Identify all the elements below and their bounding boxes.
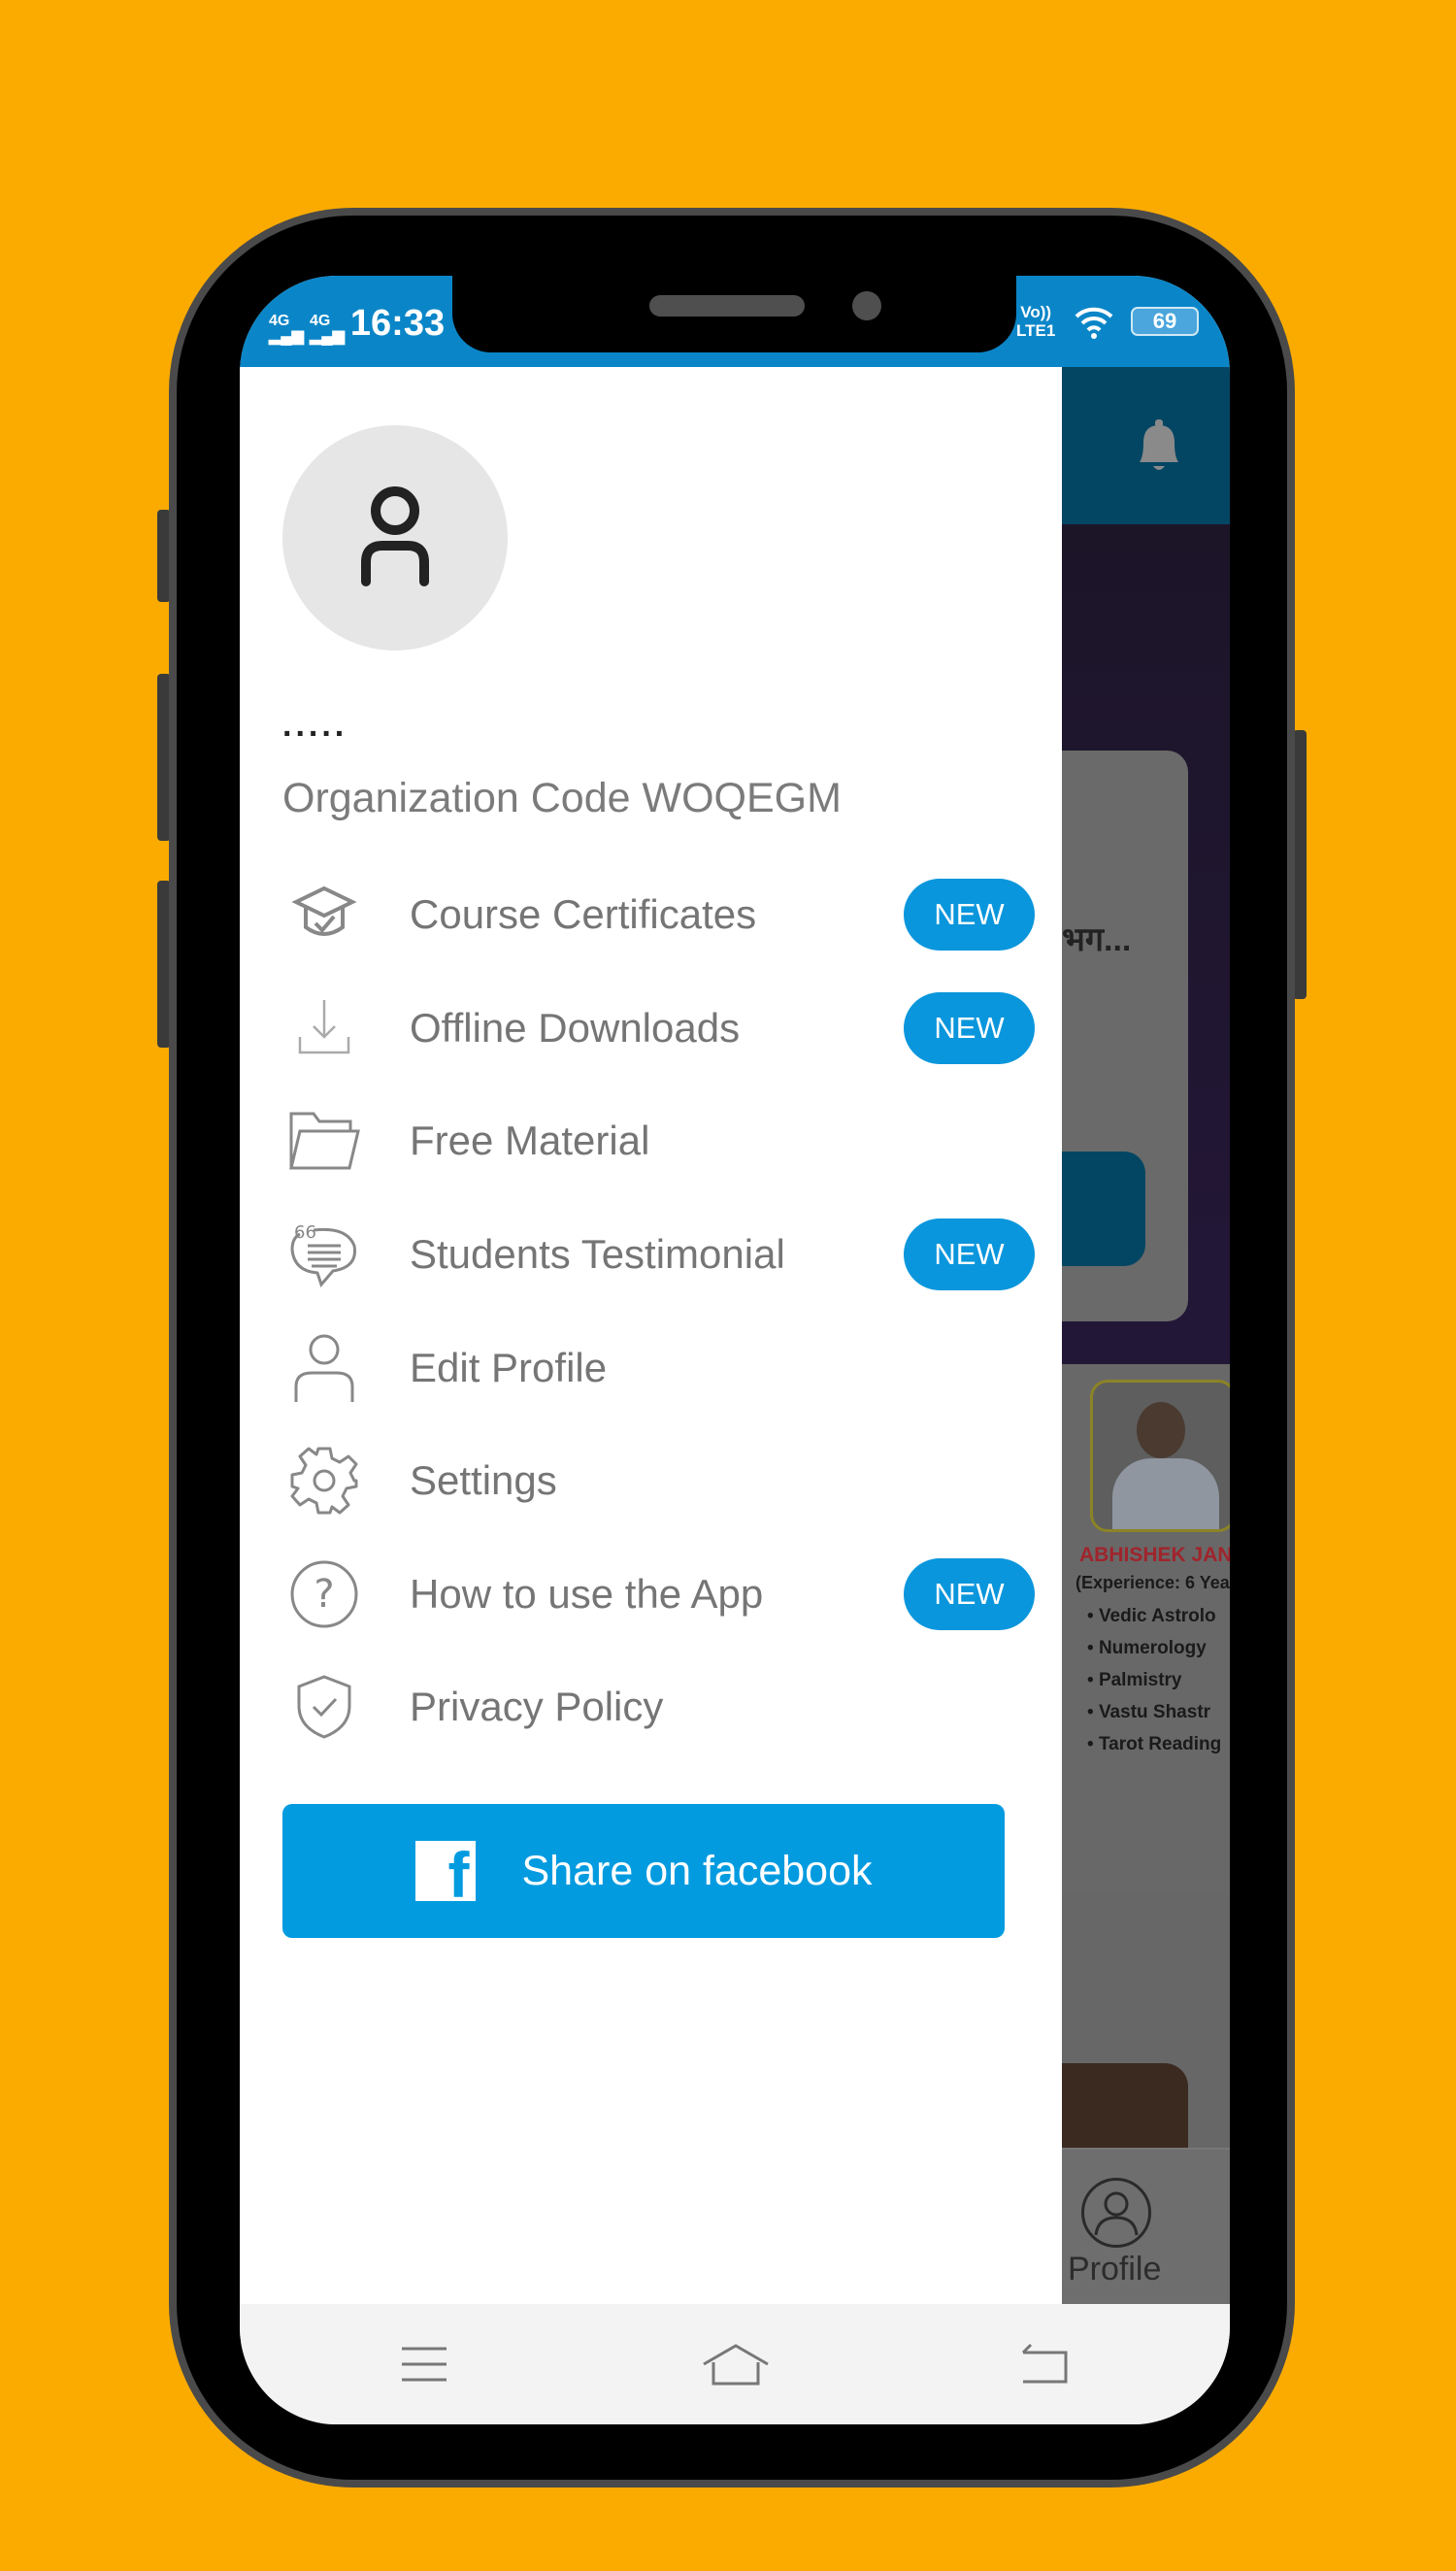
signal-icon: 4G ▂▄▆ [309,313,345,345]
gear-icon [288,1445,360,1517]
profile-icon[interactable] [1081,2178,1151,2248]
background-app: भग... ABHISHEK JANG (Experience: 6 Yea •… [1062,367,1230,2304]
new-badge: NEW [904,1219,1035,1290]
menu-icon[interactable] [400,2345,448,2388]
share-facebook-button[interactable]: f Share on facebook [282,1804,1005,1938]
svg-text:?: ? [314,1572,334,1617]
new-badge: NEW [904,992,1035,1064]
banner-card-text: भग... [1062,921,1132,958]
course-card[interactable] [1062,2063,1188,2160]
menu-item-label: Course Certificates [410,891,757,937]
menu-item-label: Settings [410,1457,557,1503]
new-badge: NEW [904,879,1035,951]
battery-icon: 69 [1131,307,1199,336]
organization-code: Organization Code WOQEGM [282,775,842,821]
avatar[interactable] [282,425,508,651]
banner-card-button[interactable] [1062,1152,1145,1266]
shield-check-icon [288,1671,360,1743]
folder-icon [288,1105,360,1177]
new-badge: NEW [904,1558,1035,1630]
front-camera [852,291,881,320]
svg-text:66: 66 [294,1222,316,1243]
help-icon: ? [288,1558,360,1630]
menu-item-how-to-use[interactable]: ? How to use the App NEW [240,1546,1062,1643]
menu-item-privacy-policy[interactable]: Privacy Policy [240,1658,1062,1755]
menu-item-course-certificates[interactable]: Course Certificates NEW [240,866,1062,963]
menu-item-settings[interactable]: Settings [240,1432,1062,1529]
person-icon [288,1332,360,1404]
nav-profile-label[interactable]: Profile [1068,2251,1161,2288]
skill-item: • Palmistry [1087,1670,1182,1690]
system-nav-bar [240,2304,1230,2424]
back-icon[interactable] [1019,2343,1070,2390]
signal-icon: 4G ▂▄▆ [269,313,304,345]
teacher-experience: (Experience: 6 Yea [1075,1573,1230,1592]
menu-item-free-material[interactable]: Free Material [240,1092,1062,1189]
quote-chat-icon: 66 [288,1219,360,1290]
menu-item-label: Free Material [410,1118,650,1163]
clock: 16:33 [349,303,446,344]
teacher-name: ABHISHEK JANG [1079,1544,1230,1566]
download-icon [288,992,360,1064]
skill-item: • Tarot Reading [1087,1734,1222,1754]
user-icon [361,486,429,586]
home-icon[interactable] [702,2343,770,2390]
menu-item-label: Edit Profile [410,1345,608,1390]
phone-screen: 4G ▂▄▆ 4G ▂▄▆ 16:33 Vo)) LTE1 69 भग... ABH… [240,276,1230,2424]
battery-level: 69 [1152,309,1177,333]
menu-item-label: Offline Downloads [410,1005,741,1051]
menu-item-label: How to use the App [410,1571,764,1617]
graduation-cap-icon [288,879,360,951]
menu-item-label: Students Testimonial [410,1231,785,1277]
menu-item-students-testimonial[interactable]: 66 Students Testimonial NEW [240,1206,1062,1303]
skill-item: • Vedic Astrolo [1087,1606,1216,1626]
menu-item-offline-downloads[interactable]: Offline Downloads NEW [240,980,1062,1077]
teacher-photo [1090,1380,1230,1532]
menu-item-edit-profile[interactable]: Edit Profile [240,1319,1062,1417]
speaker-grille [649,295,805,317]
share-label: Share on facebook [521,1847,873,1894]
user-name: ..... [282,707,348,744]
skills-list: • Vedic Astrolo • Numerology • Palmistry… [1087,1600,1221,1760]
lte-indicator: LTE1 [1016,321,1056,340]
notification-bell-icon [1130,416,1188,476]
skill-item: • Vastu Shastr [1087,1702,1211,1722]
menu-item-label: Privacy Policy [410,1684,664,1729]
wifi-icon [1073,303,1115,351]
camera-notch [452,276,1016,352]
navigation-drawer: ..... Organization Code WOQEGM Course Ce… [240,367,1062,2304]
skill-item: • Numerology [1087,1638,1207,1658]
facebook-icon: f [414,1841,476,1901]
power-button [1293,730,1307,999]
volte-indicator: Vo)) [1020,303,1052,321]
